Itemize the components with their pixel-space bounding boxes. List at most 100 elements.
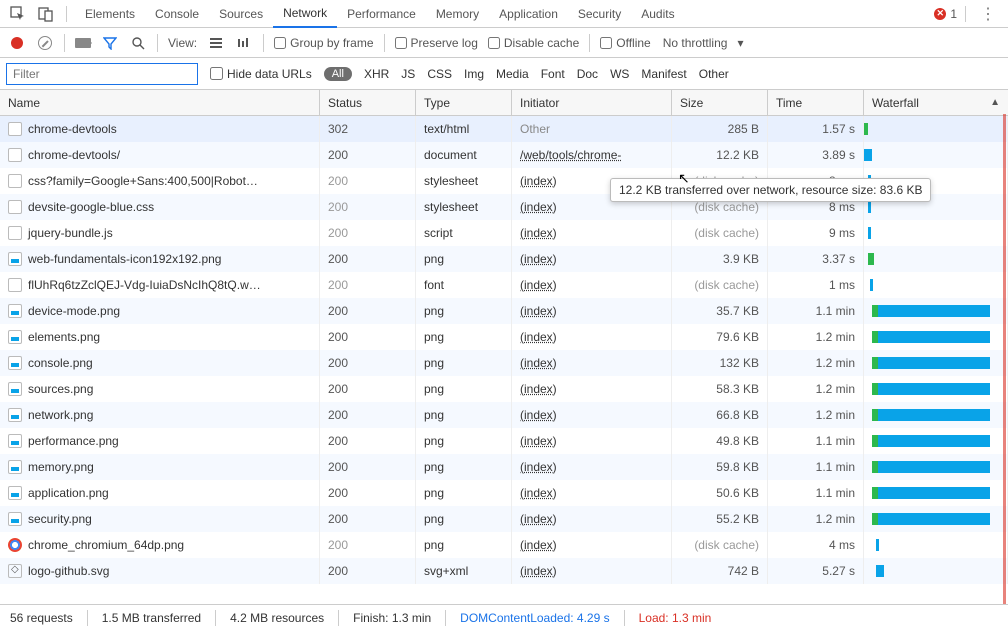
- column-status[interactable]: Status: [320, 90, 416, 115]
- column-initiator[interactable]: Initiator: [512, 90, 672, 115]
- table-row[interactable]: console.png200png(index)132 KB1.2 min: [0, 350, 1008, 376]
- request-status: 200: [328, 304, 348, 318]
- more-menu-icon[interactable]: ⋮: [974, 4, 1002, 24]
- request-name: memory.png: [28, 460, 94, 474]
- filter-icon[interactable]: [101, 34, 119, 52]
- tab-audits[interactable]: Audits: [631, 0, 684, 28]
- request-initiator[interactable]: (index): [520, 226, 557, 240]
- request-initiator[interactable]: (index): [520, 252, 557, 266]
- waterfall-bar: [868, 253, 874, 265]
- file-icon: [8, 200, 22, 214]
- error-badge[interactable]: ✕ 1: [934, 7, 957, 21]
- table-row[interactable]: chrome-devtools/200document/web/tools/ch…: [0, 142, 1008, 168]
- column-size[interactable]: Size: [672, 90, 768, 115]
- filter-type-css[interactable]: CSS: [427, 67, 452, 81]
- offline-checkbox[interactable]: Offline: [600, 36, 650, 50]
- request-name: chrome-devtools/: [28, 148, 120, 162]
- filter-type-doc[interactable]: Doc: [577, 67, 598, 81]
- column-name[interactable]: Name: [0, 90, 320, 115]
- table-row[interactable]: chrome_chromium_64dp.png200png(index)(di…: [0, 532, 1008, 558]
- overview-icon[interactable]: [235, 34, 253, 52]
- large-rows-icon[interactable]: [207, 34, 225, 52]
- group-by-frame-checkbox[interactable]: Group by frame: [274, 36, 373, 50]
- table-row[interactable]: device-mode.png200png(index)35.7 KB1.1 m…: [0, 298, 1008, 324]
- request-size: 285 B: [728, 122, 759, 136]
- size-tooltip: 12.2 KB transferred over network, resour…: [610, 178, 931, 202]
- table-row[interactable]: application.png200png(index)50.6 KB1.1 m…: [0, 480, 1008, 506]
- request-initiator[interactable]: (index): [520, 382, 557, 396]
- table-row[interactable]: sources.png200png(index)58.3 KB1.2 min: [0, 376, 1008, 402]
- request-type: stylesheet: [424, 200, 478, 214]
- tab-security[interactable]: Security: [568, 0, 631, 28]
- request-initiator[interactable]: (index): [520, 304, 557, 318]
- load-marker: [1003, 114, 1006, 604]
- disable-cache-checkbox[interactable]: Disable cache: [488, 36, 579, 50]
- request-type: png: [424, 512, 444, 526]
- table-row[interactable]: security.png200png(index)55.2 KB1.2 min: [0, 506, 1008, 532]
- filter-type-font[interactable]: Font: [541, 67, 565, 81]
- request-type: png: [424, 538, 444, 552]
- request-status: 200: [328, 486, 348, 500]
- table-row[interactable]: web-fundamentals-icon192x192.png200png(i…: [0, 246, 1008, 272]
- request-initiator[interactable]: (index): [520, 538, 557, 552]
- table-row[interactable]: jquery-bundle.js200script(index)(disk ca…: [0, 220, 1008, 246]
- column-waterfall[interactable]: Waterfall▲: [864, 90, 1008, 115]
- filter-input[interactable]: [6, 63, 198, 85]
- screenshot-icon[interactable]: [75, 38, 91, 48]
- request-initiator[interactable]: (index): [520, 278, 557, 292]
- throttling-dropdown[interactable]: No throttling ▾: [663, 36, 744, 50]
- request-initiator[interactable]: (index): [520, 174, 557, 188]
- table-row[interactable]: elements.png200png(index)79.6 KB1.2 min: [0, 324, 1008, 350]
- request-status: 200: [328, 382, 348, 396]
- filter-all-pill[interactable]: All: [324, 67, 352, 81]
- column-time[interactable]: Time: [768, 90, 864, 115]
- filter-type-other[interactable]: Other: [699, 67, 729, 81]
- tab-console[interactable]: Console: [145, 0, 209, 28]
- request-initiator[interactable]: (index): [520, 512, 557, 526]
- device-toggle-icon[interactable]: [34, 2, 58, 26]
- waterfall-download-bar: [878, 461, 990, 473]
- table-row[interactable]: memory.png200png(index)59.8 KB1.1 min: [0, 454, 1008, 480]
- column-type[interactable]: Type: [416, 90, 512, 115]
- request-initiator[interactable]: (index): [520, 564, 557, 578]
- request-initiator[interactable]: (index): [520, 356, 557, 370]
- tab-sources[interactable]: Sources: [209, 0, 273, 28]
- tab-network[interactable]: Network: [273, 0, 337, 28]
- cursor-icon: ↖: [678, 170, 690, 187]
- table-row[interactable]: flUhRq6tzZclQEJ-Vdg-IuiaDsNcIhQ8tQ.w…200…: [0, 272, 1008, 298]
- hide-data-urls-checkbox[interactable]: Hide data URLs: [210, 67, 312, 81]
- request-initiator[interactable]: (index): [520, 330, 557, 344]
- search-icon[interactable]: [129, 34, 147, 52]
- filter-type-media[interactable]: Media: [496, 67, 529, 81]
- waterfall-download-bar: [878, 513, 990, 525]
- request-initiator[interactable]: (index): [520, 200, 557, 214]
- tab-elements[interactable]: Elements: [75, 0, 145, 28]
- tab-memory[interactable]: Memory: [426, 0, 489, 28]
- request-initiator[interactable]: (index): [520, 460, 557, 474]
- request-initiator[interactable]: (index): [520, 486, 557, 500]
- request-type: stylesheet: [424, 174, 478, 188]
- request-initiator[interactable]: (index): [520, 434, 557, 448]
- tab-performance[interactable]: Performance: [337, 0, 426, 28]
- clear-button[interactable]: [36, 34, 54, 52]
- request-size: 742 B: [728, 564, 759, 578]
- table-row[interactable]: logo-github.svg200svg+xml(index)742 B5.2…: [0, 558, 1008, 584]
- network-toolbar: View: Group by frame Preserve log Disabl…: [0, 28, 1008, 58]
- filter-type-xhr[interactable]: XHR: [364, 67, 389, 81]
- request-initiator[interactable]: (index): [520, 408, 557, 422]
- request-type: png: [424, 486, 444, 500]
- record-button[interactable]: [8, 34, 26, 52]
- waterfall-bar: [876, 539, 879, 551]
- waterfall-download-bar: [878, 435, 990, 447]
- table-row[interactable]: performance.png200png(index)49.8 KB1.1 m…: [0, 428, 1008, 454]
- tab-application[interactable]: Application: [489, 0, 568, 28]
- table-row[interactable]: chrome-devtools302text/htmlOther285 B1.5…: [0, 116, 1008, 142]
- filter-type-manifest[interactable]: Manifest: [641, 67, 686, 81]
- table-row[interactable]: network.png200png(index)66.8 KB1.2 min: [0, 402, 1008, 428]
- filter-type-js[interactable]: JS: [401, 67, 415, 81]
- inspect-icon[interactable]: [6, 2, 30, 26]
- filter-type-ws[interactable]: WS: [610, 67, 629, 81]
- filter-type-img[interactable]: Img: [464, 67, 484, 81]
- preserve-log-checkbox[interactable]: Preserve log: [395, 36, 478, 50]
- request-initiator[interactable]: /web/tools/chrome-: [520, 148, 621, 162]
